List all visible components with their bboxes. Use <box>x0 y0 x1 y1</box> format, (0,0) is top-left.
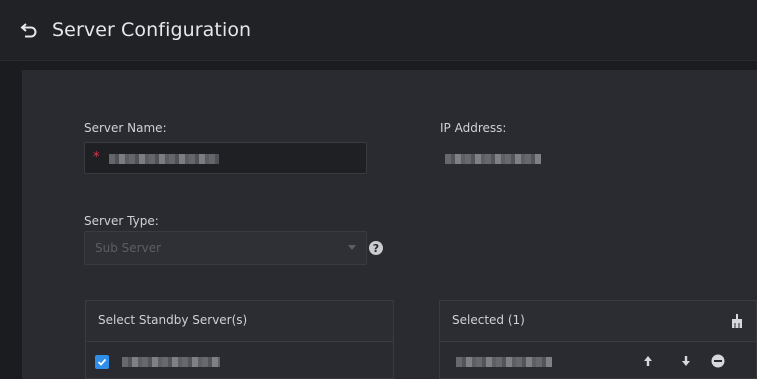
standby-panel-title: Select Standby Server(s) <box>98 313 248 327</box>
selected-servers-panel: Selected (1) <box>439 300 757 379</box>
selected-panel-title: Selected (1) <box>452 313 525 327</box>
selected-server-name-redacted <box>456 357 552 367</box>
server-type-value: Sub Server <box>95 241 162 255</box>
broom-icon[interactable] <box>730 314 744 328</box>
required-mark: * <box>93 150 100 165</box>
server-name-value-redacted <box>109 154 219 164</box>
server-name-input[interactable]: * <box>84 142 367 174</box>
help-icon[interactable]: ? <box>369 241 383 255</box>
standby-server-name-redacted <box>122 357 220 367</box>
remove-icon[interactable] <box>711 354 725 368</box>
move-up-icon[interactable] <box>641 354 655 368</box>
ip-address-label: IP Address: <box>440 121 507 135</box>
server-type-select: Sub Server <box>84 231 367 265</box>
selected-panel-header: Selected (1) <box>440 301 756 342</box>
ip-address-value-redacted <box>445 154 541 164</box>
standby-panel-header: Select Standby Server(s) <box>86 301 393 342</box>
standby-server-checkbox[interactable] <box>95 355 109 369</box>
move-down-icon[interactable] <box>679 354 693 368</box>
server-type-label: Server Type: <box>84 214 159 228</box>
help-glyph: ? <box>372 241 380 255</box>
page-header: Server Configuration <box>0 0 757 61</box>
page-title: Server Configuration <box>52 19 252 41</box>
standby-servers-panel: Select Standby Server(s) <box>85 300 394 379</box>
server-name-label: Server Name: <box>84 121 167 135</box>
config-content: Server Name: * IP Address: Server Type: … <box>22 70 757 379</box>
back-arrow-icon[interactable] <box>20 18 44 42</box>
chevron-down-icon <box>348 245 356 250</box>
